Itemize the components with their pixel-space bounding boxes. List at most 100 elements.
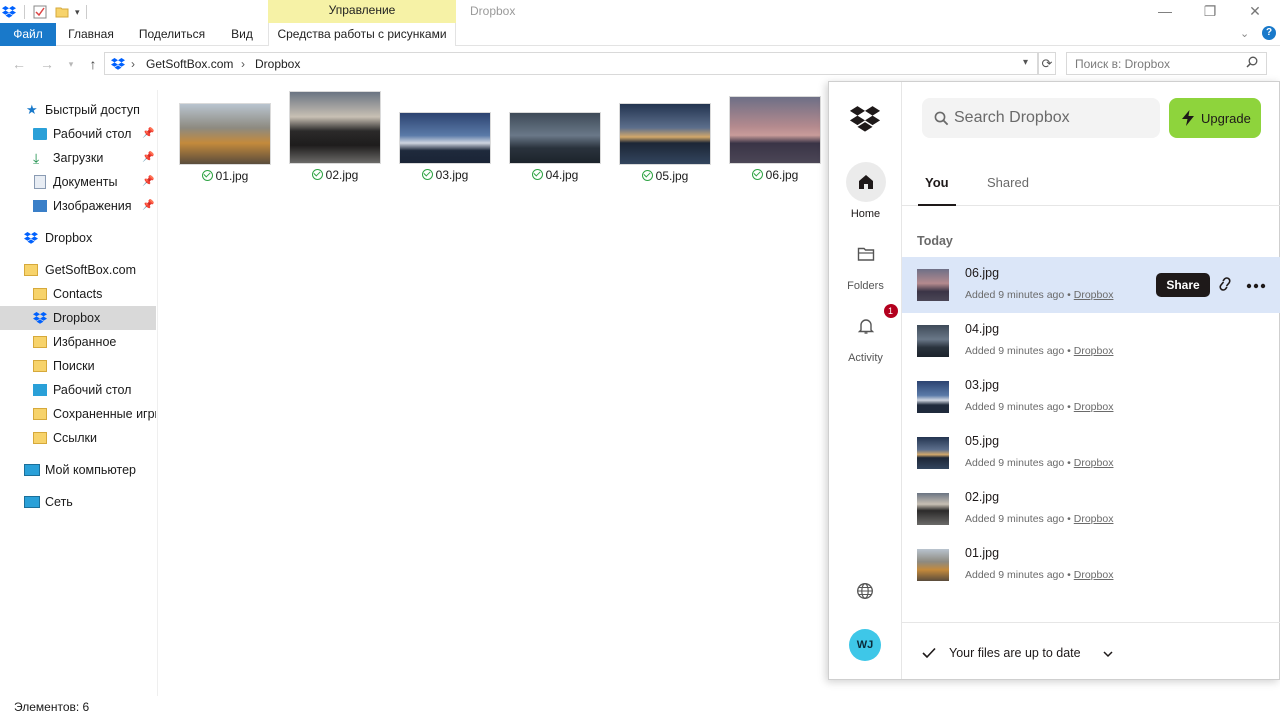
file-thumbnail [917,437,949,469]
tab-share[interactable]: Поделиться [134,23,210,46]
image-thumbnail [179,103,271,165]
file-thumbnail [917,325,949,357]
forward-icon[interactable]: → [38,55,56,73]
nav-desktop-2[interactable]: Рабочий стол [0,378,156,402]
recent-file-row[interactable]: 03.jpg Added 9 minutes ago • Dropbox [902,369,1280,425]
rail-label: Activity [848,352,883,364]
close-icon[interactable]: ✕ [1243,2,1267,20]
file-name: 03.jpg [965,378,1000,392]
file-item[interactable]: 03.jpg [399,112,491,182]
recent-file-row[interactable]: 04.jpg Added 9 minutes ago • Dropbox [902,313,1280,369]
properties-icon[interactable] [33,5,47,19]
bell-icon: 1 [846,304,898,346]
expand-ribbon-icon[interactable]: ⌄ [1240,27,1249,40]
star-icon: ★ [26,102,38,117]
file-location-link[interactable]: Dropbox [1074,457,1114,469]
search-input[interactable]: Поиск в: Dropbox [1066,52,1267,75]
folder-icon [33,336,47,348]
recent-locations-icon[interactable]: ▾ [62,55,80,73]
new-folder-icon[interactable] [55,5,69,19]
active-tab-indicator [918,204,956,206]
rail-folders[interactable]: Folders [829,234,902,292]
desktop-icon [33,384,47,396]
file-location-link[interactable]: Dropbox [1074,569,1114,581]
tab-file[interactable]: Файл [0,23,56,46]
help-icon[interactable]: ? [1262,26,1276,40]
file-location-link[interactable]: Dropbox [1074,289,1114,301]
file-item[interactable]: 06.jpg [729,96,821,182]
nav-searches[interactable]: Поиски [0,354,156,378]
nav-getsoftbox[interactable]: GetSoftBox.com [0,258,156,282]
avatar[interactable]: WJ [849,629,881,661]
nav-label: Изображения [53,199,132,213]
tab-home[interactable]: Главная [62,23,120,46]
file-thumbnail [917,549,949,581]
chevron-down-icon[interactable] [1103,651,1113,658]
image-thumbnail [729,96,821,164]
file-location-link[interactable]: Dropbox [1074,345,1114,357]
link-icon[interactable] [1216,274,1234,294]
dropbox-icon[interactable] [2,5,16,19]
back-icon[interactable]: ← [10,55,28,73]
rail-activity[interactable]: 1 Activity [829,304,902,364]
image-thumbnail [619,103,711,165]
nav-pictures[interactable]: Изображения 📌 [0,194,156,218]
breadcrumb-dropbox[interactable]: Dropbox [255,57,300,71]
dropbox-search-input[interactable]: Search Dropbox [922,98,1160,138]
file-meta: Added 9 minutes ago • Dropbox [965,513,1114,525]
file-item[interactable]: 02.jpg [289,91,381,182]
refresh-icon[interactable]: ⟳ [1038,52,1056,75]
nav-favorites[interactable]: Избранное [0,330,156,354]
address-dropdown-icon[interactable]: ▾ [1023,57,1028,68]
file-meta: Added 9 minutes ago • Dropbox [965,345,1114,357]
rail-home[interactable]: Home [829,162,902,220]
tab-picture-tools[interactable]: Средства работы с рисунками [268,23,456,46]
up-icon[interactable]: ↑ [84,55,102,73]
restore-icon[interactable]: ❐ [1198,2,1222,20]
recent-file-row[interactable]: 02.jpg Added 9 minutes ago • Dropbox [902,481,1280,537]
nav-my-computer[interactable]: Мой компьютер [0,458,156,482]
separator [85,5,87,19]
synced-check-icon [421,169,433,180]
nav-contacts[interactable]: Contacts [0,282,156,306]
tab-you[interactable]: You [925,175,949,190]
nav-network[interactable]: Сеть [0,490,156,514]
nav-saved-games[interactable]: Сохраненные игры [0,402,156,426]
file-location-link[interactable]: Dropbox [1074,513,1114,525]
nav-dropbox-selected[interactable]: Dropbox [0,306,156,330]
recent-file-row[interactable]: 05.jpg Added 9 minutes ago • Dropbox [902,425,1280,481]
share-button[interactable]: Share [1156,273,1210,297]
dropbox-icon [111,58,125,70]
address-bar[interactable]: › GetSoftBox.com › Dropbox ▾ [104,52,1038,75]
file-location-link[interactable]: Dropbox [1074,401,1114,413]
sync-status-footer[interactable]: Your files are up to date [902,622,1280,679]
minimize-icon[interactable]: — [1153,2,1177,20]
recent-file-row[interactable]: 01.jpg Added 9 minutes ago • Dropbox [902,537,1280,593]
nav-desktop[interactable]: Рабочий стол 📌 [0,122,156,146]
rail-label: Home [850,208,881,220]
globe-icon[interactable] [856,582,874,603]
dropbox-icon [33,312,47,324]
manage-context-tab[interactable]: Управление [268,0,456,23]
nav-dropbox[interactable]: Dropbox [0,226,156,250]
file-item[interactable]: 05.jpg [619,103,711,183]
navigation-pane: ★ Быстрый доступ Рабочий стол 📌 ⤓ Загруз… [0,90,158,696]
folder-icon [33,408,47,420]
nav-documents[interactable]: Документы 📌 [0,170,156,194]
file-item[interactable]: 01.jpg [179,103,271,183]
dropbox-panel: Home Folders 1 Activity WJ Search Dropbo… [828,81,1280,680]
nav-quick-access[interactable]: ★ Быстрый доступ [0,98,156,122]
nav-downloads[interactable]: ⤓ Загрузки 📌 [0,146,156,170]
tab-view[interactable]: Вид [224,23,260,46]
breadcrumb-getsoftbox[interactable]: GetSoftBox.com [146,57,233,71]
dropbox-logo-icon[interactable] [849,104,881,132]
chevron-down-icon[interactable]: ▾ [75,7,80,18]
file-item[interactable]: 04.jpg [509,112,601,182]
file-name: 02.jpg [965,490,1000,504]
upgrade-button[interactable]: Upgrade [1169,98,1261,138]
more-options-icon[interactable] [1246,283,1266,289]
file-label: 01.jpg [179,169,271,183]
nav-links[interactable]: Ссылки [0,426,156,450]
recent-file-row[interactable]: 06.jpg Added 9 minutes ago • Dropbox Sha… [902,257,1280,313]
tab-shared[interactable]: Shared [987,175,1029,190]
